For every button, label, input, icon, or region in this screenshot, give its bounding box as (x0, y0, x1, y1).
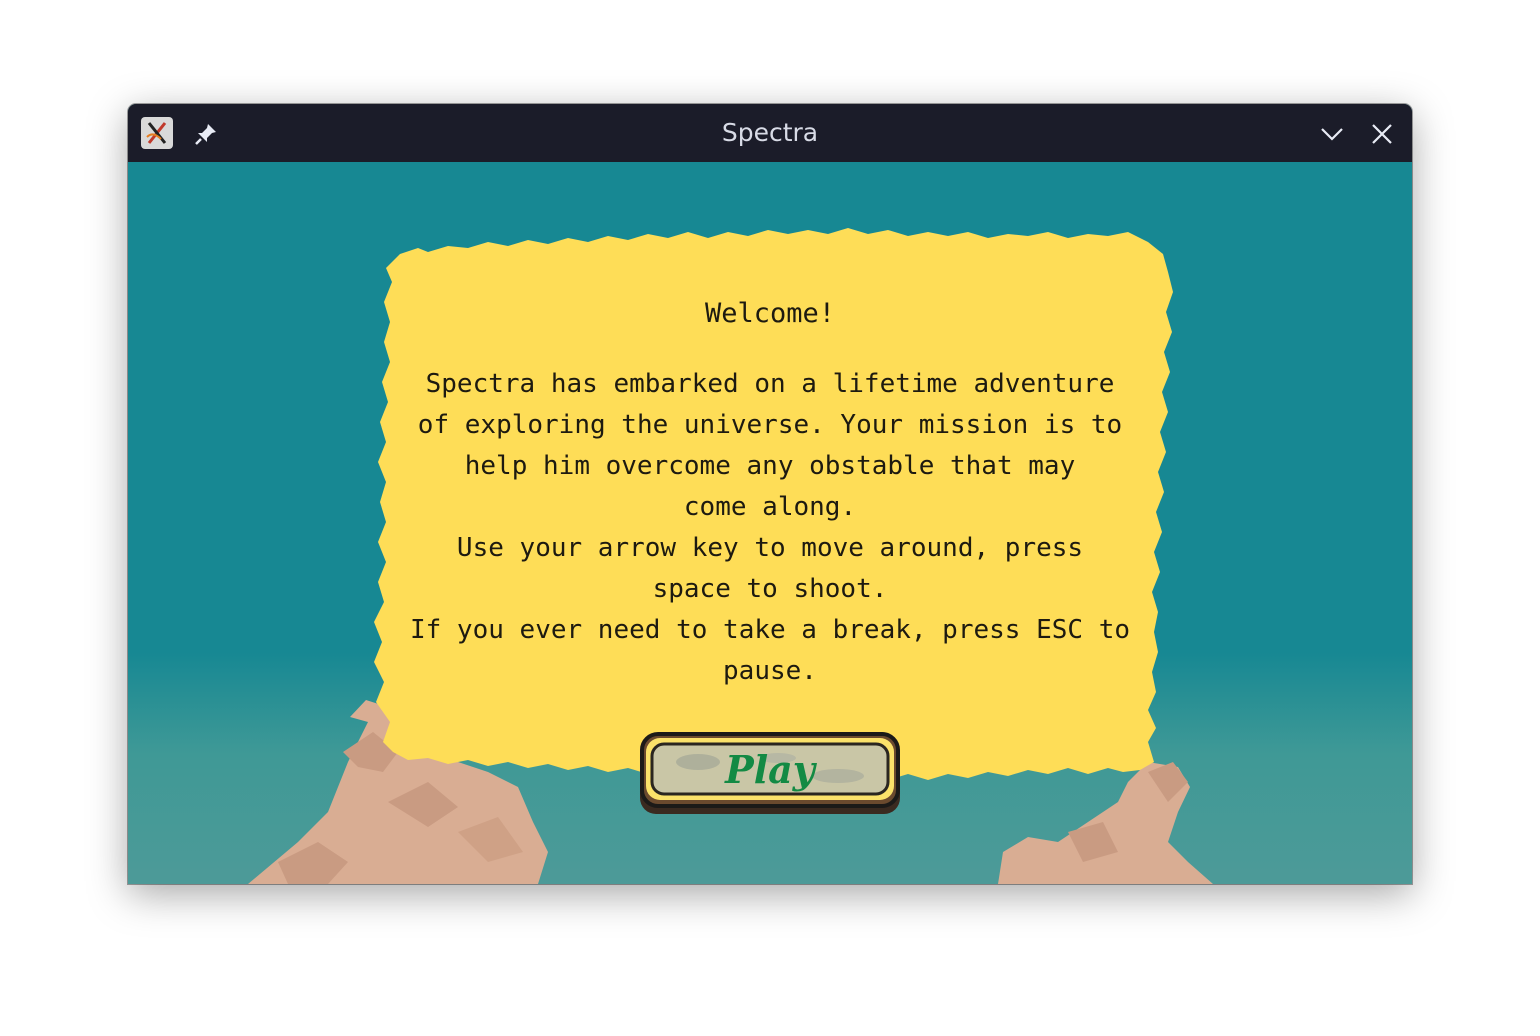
window-title: Spectra (721, 118, 819, 147)
minimize-icon[interactable] (1318, 120, 1346, 148)
welcome-heading: Welcome! (704, 298, 836, 329)
instructions-text: Spectra has embarked on a lifetime adven… (409, 369, 1131, 686)
play-button[interactable]: Play (638, 732, 902, 816)
game-canvas[interactable]: Welcome! Spectra has embarked on a lifet… (128, 162, 1412, 884)
close-icon[interactable] (1368, 120, 1396, 148)
right-rocks (998, 762, 1213, 884)
game-window: Spectra Welcome! Spectra has embarked on… (128, 104, 1412, 884)
play-label: Play (725, 747, 815, 792)
title-bar[interactable]: Spectra (128, 104, 1412, 162)
